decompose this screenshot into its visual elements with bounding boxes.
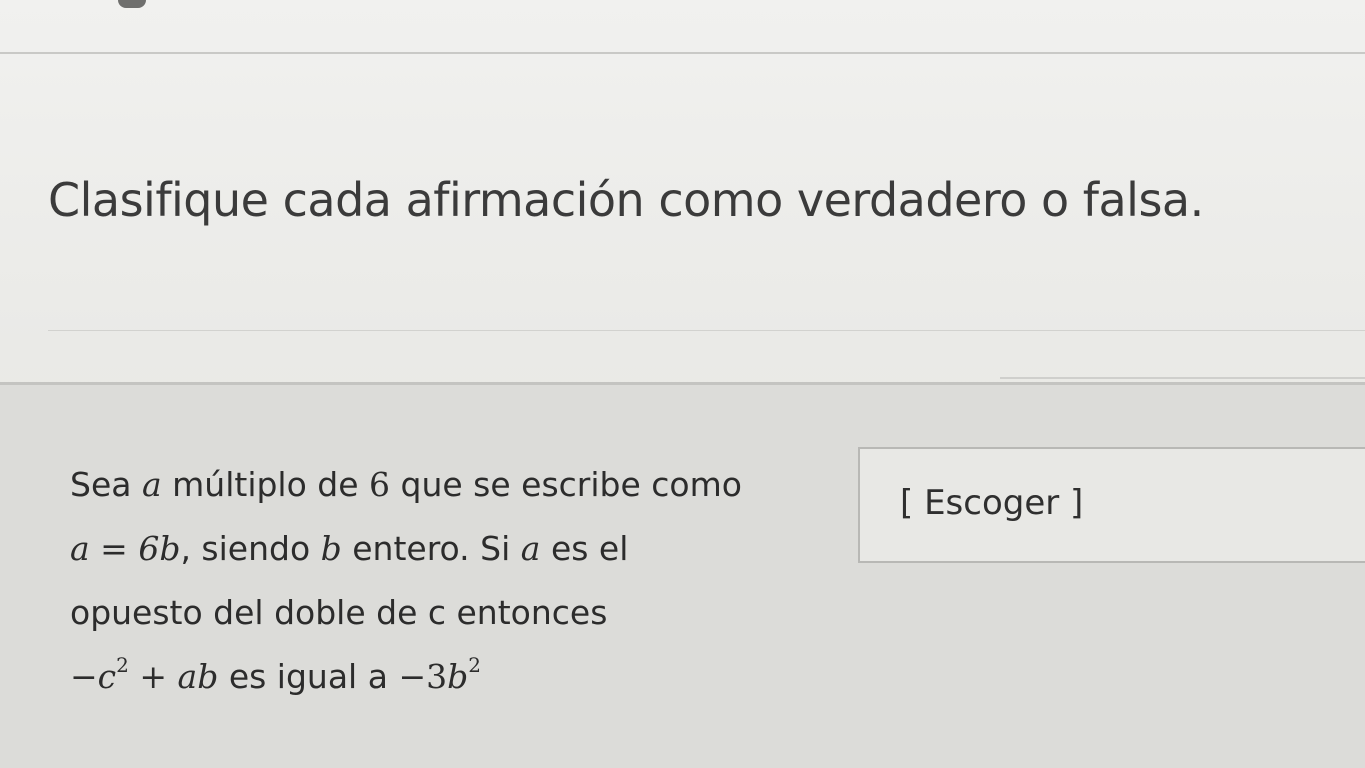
statement-line-3: opuesto del doble de c entonces	[70, 593, 608, 632]
question-title: Clasifique cada afirmación como verdader…	[48, 173, 1204, 227]
math-var-a: a	[520, 529, 541, 568]
section-divider	[48, 330, 1365, 331]
top-edge-fragment	[118, 0, 146, 8]
answer-row-top-edge	[1000, 377, 1365, 379]
top-divider	[0, 52, 1365, 54]
statement-line-4: −c2 + ab es igual a −3b2	[70, 653, 481, 696]
statement-line-1: Sea a múltiplo de 6 que se escribe como	[70, 465, 742, 504]
math-eq-op: =	[89, 529, 139, 568]
math-eq-lhs: a	[70, 529, 90, 568]
quiz-page: Clasifique cada afirmación como verdader…	[0, 0, 1365, 768]
math-eq-rhs: 6b	[138, 529, 181, 568]
math-number-six: 6	[369, 465, 391, 504]
statement-line-2: a = 6b, siendo b entero. Si a es el	[70, 529, 629, 568]
math-var-b: b	[320, 529, 342, 568]
answer-row: Sea a múltiplo de 6 que se escribe como …	[0, 377, 1365, 768]
answer-select-label: [ Escoger ]	[900, 483, 1084, 523]
question-header: Clasifique cada afirmación como verdader…	[48, 160, 1348, 240]
math-var-a: a	[141, 465, 162, 504]
answer-select-dropdown[interactable]: [ Escoger ]	[858, 447, 1365, 563]
statement-text: Sea a múltiplo de 6 que se escribe como …	[70, 453, 840, 709]
